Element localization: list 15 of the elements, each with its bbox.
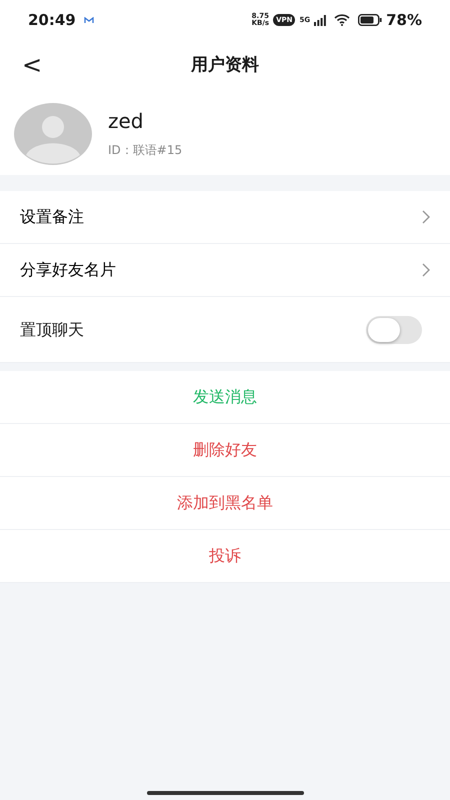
signal-icon [314,14,326,26]
back-button[interactable]: < [18,50,46,80]
setting-label: 置顶聊天 [20,318,84,340]
user-name: zed [108,108,144,132]
user-id: ID：联语#15 [108,142,182,158]
chevron-icon [422,263,430,277]
battery-icon [358,14,382,26]
chevron-icon [422,210,430,224]
wifi-icon [334,14,350,26]
toggle-switch[interactable] [366,316,422,344]
page-title: 用户资料 [191,54,259,78]
status-time: 20:49 [28,10,76,31]
mail-icon [84,16,94,24]
home-indicator[interactable] [147,791,304,795]
battery-percent: 78% [386,10,422,31]
